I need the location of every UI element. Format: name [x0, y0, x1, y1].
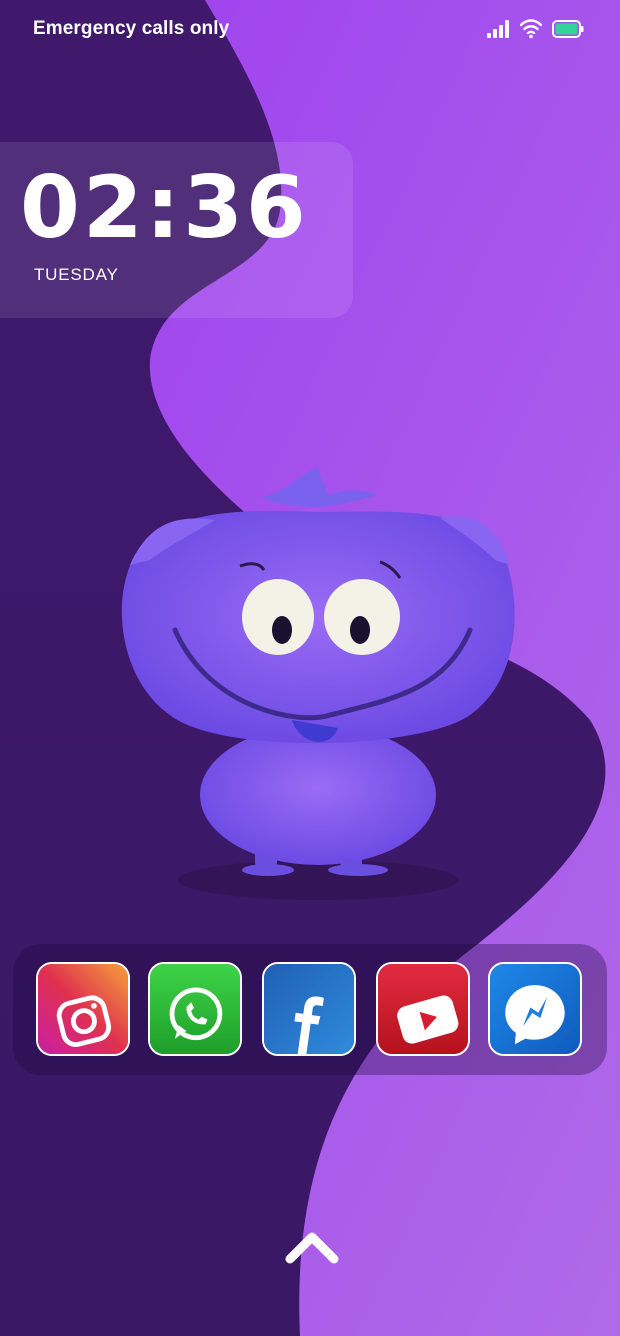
- swipe-up-button[interactable]: [282, 1225, 342, 1269]
- clock-time: 02:36: [20, 158, 309, 258]
- facebook-app-button[interactable]: [262, 962, 356, 1056]
- wifi-icon: [520, 19, 542, 39]
- status-icons: [486, 18, 584, 40]
- youtube-icon: [378, 964, 468, 1054]
- status-bar: Emergency calls only: [0, 0, 620, 60]
- carrier-status-text: Emergency calls only: [33, 18, 230, 39]
- messenger-icon: [490, 964, 580, 1054]
- signal-icon: [486, 20, 510, 38]
- whatsapp-icon: [150, 964, 240, 1054]
- youtube-app-button[interactable]: [376, 962, 470, 1056]
- instagram-icon: [38, 964, 128, 1054]
- whatsapp-app-button[interactable]: [148, 962, 242, 1056]
- clock-day: TUESDAY: [34, 265, 119, 284]
- monster-shadow: [178, 860, 458, 900]
- instagram-app-button[interactable]: [36, 962, 130, 1056]
- chevron-up-icon: [285, 1232, 339, 1264]
- battery-icon: [552, 20, 584, 38]
- messenger-app-button[interactable]: [488, 962, 582, 1056]
- facebook-icon: [264, 964, 354, 1054]
